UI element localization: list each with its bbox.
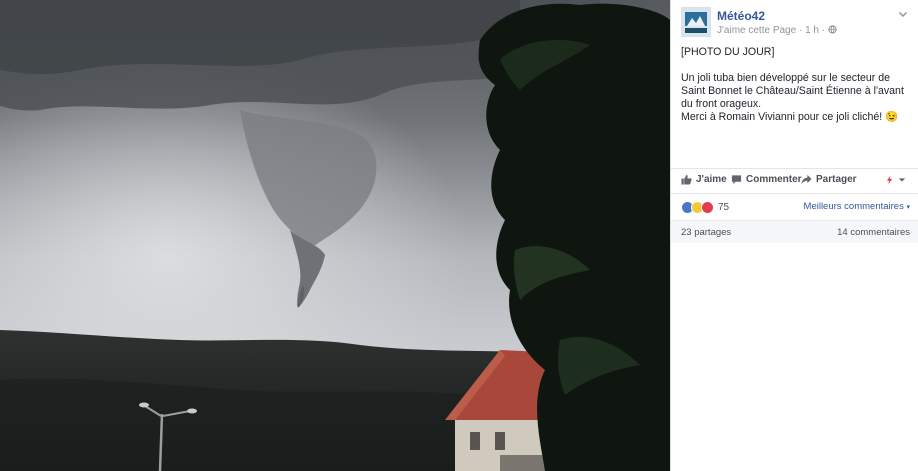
post-photo[interactable] <box>0 0 670 471</box>
comments-area <box>671 243 918 471</box>
post-meta: J'aime cette Page · 1 h · <box>717 25 837 36</box>
comment-button[interactable]: Commenter <box>731 174 802 185</box>
share-icon <box>801 174 812 185</box>
best-comments-label: Meilleurs commentaires <box>803 201 904 212</box>
comment-icon <box>731 175 742 185</box>
like-button[interactable]: J'aime <box>681 174 727 185</box>
share-label: Partager <box>816 174 857 185</box>
chevron-down-icon <box>898 178 906 182</box>
reaction-options[interactable] <box>885 175 906 185</box>
love-reaction-icon <box>701 200 714 214</box>
post-actions: J'aime Commenter Partager <box>671 168 918 194</box>
post-time[interactable]: 1 h <box>805 25 819 36</box>
page-name[interactable]: Météo42 <box>717 9 765 23</box>
like-page-link[interactable]: J'aime cette Page <box>717 25 796 36</box>
avatar[interactable] <box>681 7 711 37</box>
share-count[interactable]: 23 partages <box>681 227 731 238</box>
post-text: [PHOTO DU JOUR] Un joli tuba bien dévelo… <box>681 46 913 124</box>
tornado-photo-image <box>0 0 670 471</box>
reaction-count: 75 <box>718 201 730 213</box>
share-button[interactable]: Partager <box>801 174 857 185</box>
comment-label: Commenter <box>746 174 802 185</box>
like-label: J'aime <box>696 174 727 185</box>
flash-icon <box>886 175 893 185</box>
like-icon <box>681 174 692 185</box>
reaction-summary[interactable]: 75 <box>681 200 729 214</box>
chevron-down-icon[interactable] <box>898 9 908 19</box>
comment-count[interactable]: 14 commentaires <box>837 227 910 238</box>
globe-icon <box>828 25 837 34</box>
best-comments-dropdown[interactable]: Meilleurs commentaires ▾ <box>804 201 910 212</box>
page-logo-icon <box>682 8 710 36</box>
post-sidebar: Météo42 J'aime cette Page · 1 h · [PHOTO… <box>670 0 918 471</box>
post-thanks: Merci à Romain Vivianni pour ce joli cli… <box>681 111 899 123</box>
post-heading: [PHOTO DU JOUR] <box>681 46 775 58</box>
post-header: Météo42 J'aime cette Page · 1 h · <box>681 7 912 41</box>
post-stats: 23 partages 14 commentaires <box>671 220 918 243</box>
chevron-down-icon: ▾ <box>906 204 910 211</box>
post-body: Un joli tuba bien développé sur le secte… <box>681 72 904 110</box>
